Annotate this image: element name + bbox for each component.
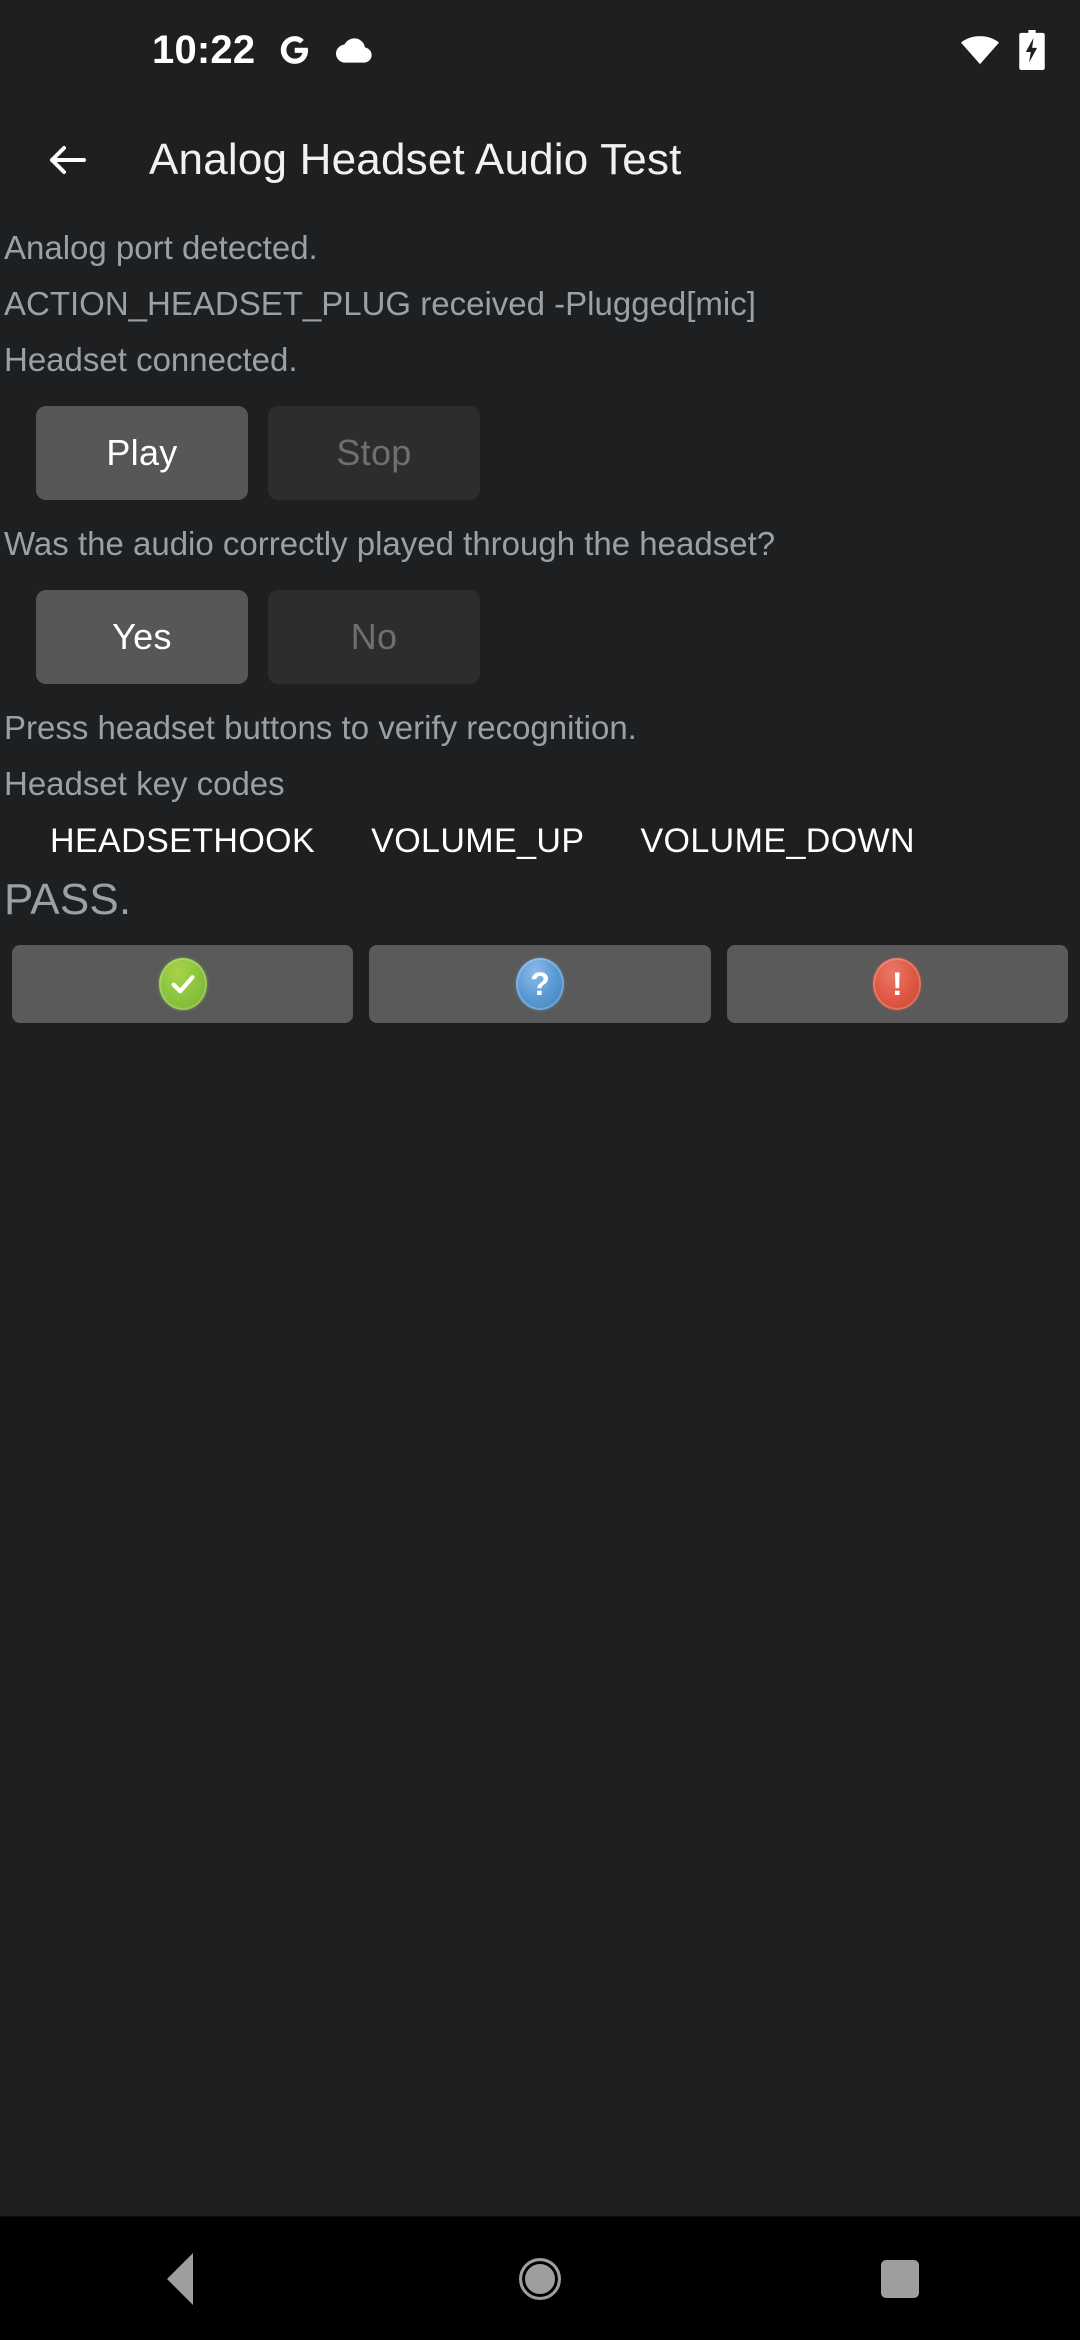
keycode-volume-up: VOLUME_UP (371, 822, 585, 860)
recents-square-icon (881, 2259, 919, 2298)
keycode-volume-down: VOLUME_DOWN (640, 822, 915, 860)
wifi-icon (960, 34, 1000, 66)
battery-charging-icon (1018, 30, 1046, 70)
no-button: No (268, 590, 480, 684)
home-nav-button[interactable] (465, 2217, 615, 2340)
exclamation-circle-icon: ! (873, 958, 922, 1010)
audio-question-label: Was the audio correctly played through t… (4, 525, 776, 562)
recents-nav-button[interactable] (825, 2217, 975, 2340)
answer-controls: Yes No (0, 572, 1080, 700)
yes-button[interactable]: Yes (36, 590, 248, 684)
test-content: Analog port detected. ACTION_HEADSET_PLU… (0, 220, 1080, 1620)
question-circle-icon: ? (515, 958, 564, 1010)
back-triangle-icon (167, 2252, 193, 2305)
status-bar-clock: 10:22 (152, 28, 256, 72)
cloud-icon (333, 35, 373, 65)
phone-screen: 10:22 Analog Headset Audio Test Analog p… (0, 0, 1080, 2340)
status-bar-right (960, 30, 1046, 70)
back-nav-button[interactable] (105, 2217, 255, 2340)
stop-button: Stop (268, 406, 480, 500)
home-circle-icon (519, 2257, 561, 2300)
headset-button-instruction: Press headset buttons to verify recognit… (4, 709, 637, 746)
test-result-text: PASS. (4, 875, 132, 924)
status-line-headset-connected: Headset connected. (4, 341, 298, 378)
empty-area (0, 1619, 1080, 2216)
fail-button[interactable]: ! (726, 945, 1068, 1023)
playback-controls: Play Stop (0, 388, 1080, 516)
system-navigation-bar (0, 2216, 1080, 2340)
page-title: Analog Headset Audio Test (149, 135, 682, 184)
status-bar: 10:22 (0, 0, 1080, 100)
headset-keycodes-label: Headset key codes (4, 765, 285, 802)
check-circle-icon (158, 958, 207, 1010)
status-line-analog-port: Analog port detected. (4, 229, 318, 266)
back-arrow-icon[interactable] (40, 132, 96, 188)
status-line-headset-plug: ACTION_HEADSET_PLUG received -Plugged[mi… (4, 285, 756, 322)
exclamation-mark-glyph: ! (891, 966, 903, 1002)
status-bar-left: 10:22 (152, 30, 373, 70)
play-button[interactable]: Play (36, 406, 248, 500)
verdict-button-bar: ? ! (0, 931, 1080, 1023)
google-g-icon (277, 33, 311, 67)
question-mark-glyph: ? (530, 966, 550, 1002)
info-button[interactable]: ? (369, 945, 711, 1023)
app-bar: Analog Headset Audio Test (0, 100, 1080, 220)
pass-button[interactable] (12, 945, 354, 1023)
keycode-headsethook: HEADSETHOOK (50, 822, 316, 860)
headset-keycodes-row: HEADSETHOOK VOLUME_UP VOLUME_DOWN (0, 812, 1080, 861)
